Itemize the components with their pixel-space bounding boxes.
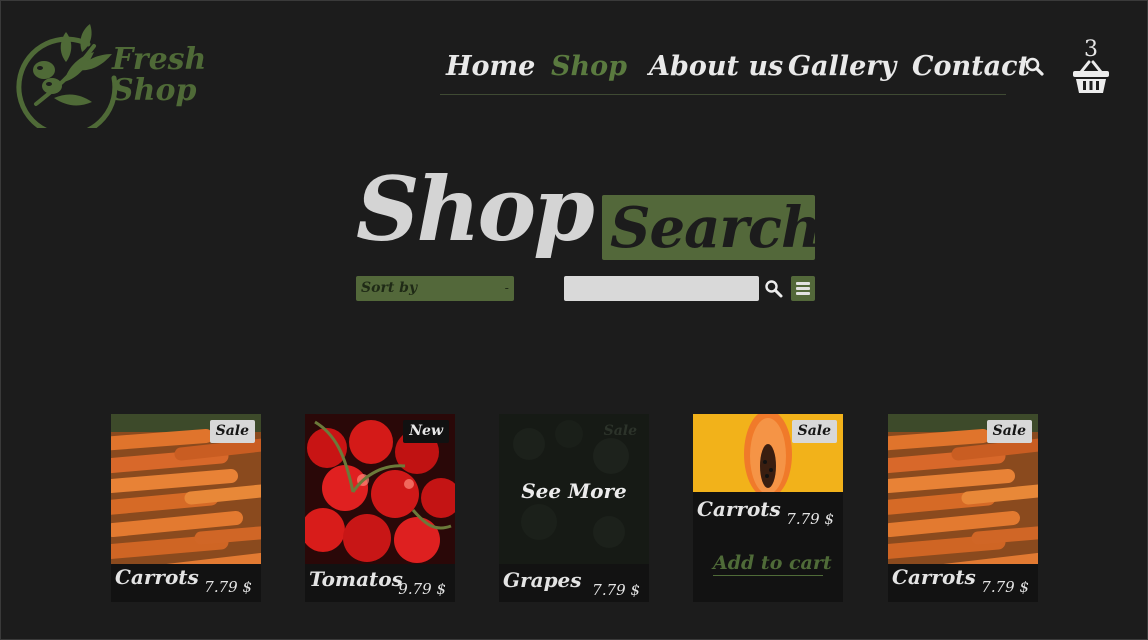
search-icon	[765, 280, 783, 298]
hero-title: Shop	[356, 157, 595, 261]
logo-line-fresh: Fresh	[112, 42, 207, 77]
status-badge: New	[403, 420, 449, 443]
shop-search-button[interactable]	[764, 279, 784, 299]
nav-about-us[interactable]: About us	[649, 50, 783, 84]
product-name: Grapes	[503, 568, 582, 592]
cart-button[interactable]: 3	[1070, 38, 1112, 96]
product-card-carrots-1[interactable]: Sale Carrots 7.79 $	[111, 414, 261, 602]
product-price: 7.79 $	[786, 510, 834, 528]
product-card-grapes[interactable]: Sale See More Grapes 7.79 $	[499, 414, 649, 602]
menu-button[interactable]	[791, 276, 815, 301]
product-card-carrots-3[interactable]: Sale Carrots 7.79 $	[888, 414, 1038, 602]
add-to-cart-button[interactable]: Add to cart	[713, 551, 832, 576]
product-price: 7.79 $	[981, 578, 1029, 596]
shop-search-input[interactable]	[564, 276, 759, 301]
nav-shop[interactable]: Shop	[551, 50, 627, 84]
logo-text: Fresh Shop	[112, 44, 206, 106]
logo-line-shop: Shop	[112, 73, 197, 108]
hero-badge-text: Search	[610, 195, 822, 261]
nav-contact[interactable]: Contact	[912, 50, 1030, 84]
fresh-shop-logo[interactable]: Fresh Shop	[16, 22, 206, 138]
hero-search-badge: Search	[602, 195, 822, 261]
sort-by-caret: -	[504, 281, 509, 295]
basket-icon	[1073, 60, 1109, 93]
search-icon	[1025, 57, 1044, 76]
product-name: Carrots	[697, 497, 781, 521]
status-badge: Sale	[986, 420, 1032, 443]
olive-branch-logo-icon	[16, 24, 118, 138]
product-card-tomatos[interactable]: New Tomatos 9.79 $	[305, 414, 455, 602]
sort-by-label: Sort by	[361, 280, 418, 296]
product-price: 9.79 $	[398, 580, 446, 598]
product-name: Tomatos	[309, 567, 403, 591]
status-badge: Sale	[791, 420, 837, 443]
sort-by-select[interactable]: Sort by -	[356, 276, 514, 301]
product-name: Carrots	[115, 565, 199, 589]
status-badge: Sale	[603, 423, 637, 439]
product-name: Carrots	[892, 565, 976, 589]
nav-gallery[interactable]: Gallery	[788, 50, 896, 84]
nav-home[interactable]: Home	[446, 50, 535, 84]
header-search-button[interactable]	[1024, 56, 1046, 78]
product-card-carrots-2[interactable]: Sale Carrots 7.79 $ Add to cart	[693, 414, 843, 602]
main-nav: Home Shop About us Gallery Contact	[440, 44, 1030, 95]
product-price: 7.79 $	[592, 581, 640, 599]
product-price: 7.79 $	[204, 578, 252, 596]
cart-count: 3	[1084, 37, 1098, 62]
status-badge: Sale	[209, 420, 255, 443]
see-more-link[interactable]: See More	[499, 478, 649, 504]
